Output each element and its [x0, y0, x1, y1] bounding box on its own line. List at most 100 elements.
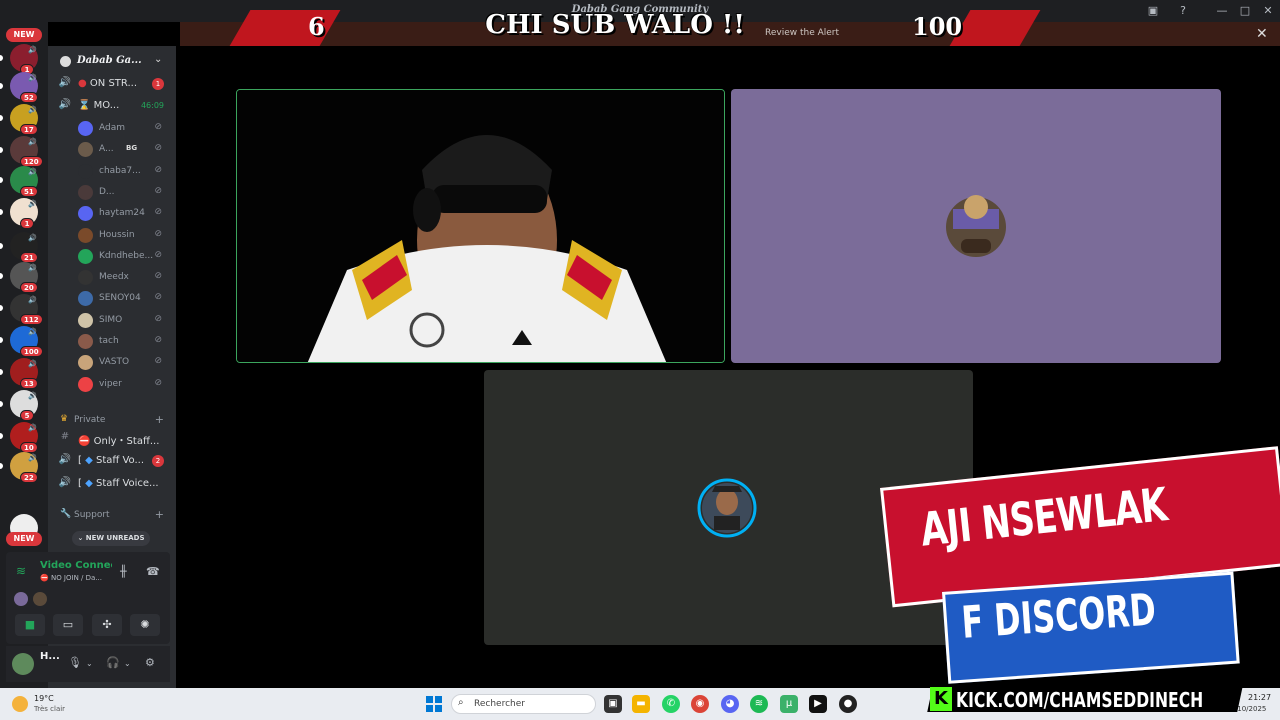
chevron-down-icon[interactable]: ⌄ — [86, 659, 93, 668]
voice-member[interactable]: viper ⊘ — [76, 374, 168, 395]
muted-mic-icon: ⊘ — [154, 271, 164, 281]
discord-icon[interactable]: ◕ — [721, 695, 739, 713]
video-tile-avatar[interactable] — [731, 89, 1221, 363]
spotify-icon[interactable]: ≋ — [750, 695, 768, 713]
close-icon[interactable]: ✕ — [1256, 26, 1268, 42]
speaker-icon: 🔊 — [28, 46, 37, 54]
disconnect-icon[interactable]: ☎ — [146, 565, 160, 578]
speaker-icon: 🔊 — [28, 106, 37, 114]
avatar — [78, 377, 93, 392]
overlay-right-number: 100 — [912, 12, 963, 41]
speaker-icon: 🔊 — [28, 264, 37, 272]
voice-channel-label: NO JOIN / Da... — [50, 574, 102, 582]
avatar — [78, 206, 93, 221]
avatar — [78, 270, 93, 285]
muted-mic-icon: ⊘ — [154, 292, 164, 302]
voice-member[interactable]: D... ⊘ — [76, 182, 168, 203]
avatar — [78, 334, 93, 349]
avatar — [78, 185, 93, 200]
new-unreads-label: NEW UNREADS — [85, 534, 145, 542]
activities-button[interactable]: ✣ — [92, 614, 122, 636]
new-badge-bottom[interactable]: NEW — [6, 532, 42, 546]
windows-start-icon[interactable] — [426, 696, 442, 712]
voice-status[interactable]: Video Connected — [40, 560, 112, 571]
channel-only-staff[interactable]: # ⛔ Only・Staff... — [56, 428, 168, 448]
new-badge-top[interactable]: NEW — [6, 28, 42, 42]
muted-mic-icon: ⊘ — [154, 378, 164, 388]
voice-avatar[interactable] — [33, 592, 47, 606]
voice-member[interactable]: SENOY04 ⊘ — [76, 288, 168, 309]
obs-icon[interactable]: ● — [839, 695, 857, 713]
user-avatar[interactable] — [12, 653, 34, 675]
muted-mic-icon: ⊘ — [154, 143, 164, 153]
review-alert-link[interactable]: Review the Alert — [765, 28, 839, 38]
guild-header[interactable]: Dabab Ga... ⌄ — [48, 50, 176, 74]
channel-staff-voice[interactable]: 🔊 [ ◆ Staff Voice... — [56, 474, 168, 494]
server-badge: 17 — [20, 124, 38, 135]
gear-icon[interactable]: ⚙ — [145, 656, 155, 669]
search-placeholder[interactable]: Rechercher — [474, 699, 525, 709]
category-support[interactable]: 🔧 Support + — [58, 507, 168, 523]
new-unreads-pill[interactable]: ⌄ NEW UNREADS — [72, 531, 150, 546]
channel-on-stream[interactable]: 🔊 ● ON STR... 1 — [56, 74, 168, 94]
screen-share-button[interactable]: ▭ — [53, 614, 83, 636]
channel-label: Staff Vo... — [95, 455, 144, 466]
task-view-icon[interactable]: ▣ — [604, 695, 622, 713]
voice-member[interactable]: VASTO ⊘ — [76, 352, 168, 373]
streamer-camera-image — [237, 90, 724, 362]
microphone-icon[interactable]: 🎙 — [68, 656, 82, 669]
server-badge: 13 — [20, 378, 38, 389]
kick-app-icon[interactable]: ▶ — [809, 695, 827, 713]
voice-member[interactable]: Adam ⊘ — [76, 118, 168, 139]
voice-member[interactable]: chaba7... ⊘ — [76, 161, 168, 182]
channel-mo[interactable]: 🔊 ⌛ MO... 46:09 — [56, 96, 168, 116]
add-channel-icon[interactable]: + — [155, 413, 164, 426]
user-name[interactable]: H... — [40, 651, 60, 662]
utorrent-icon[interactable]: µ — [780, 695, 798, 713]
guild-name: Dabab Ga... — [77, 55, 142, 66]
speaker-icon: 🔊 — [58, 77, 72, 88]
member-name: haytam24 — [99, 208, 145, 218]
overlay-headline: CHI SUB WALO !! — [485, 10, 745, 40]
voice-avatar[interactable] — [14, 592, 28, 606]
file-explorer-icon[interactable]: ▬ — [632, 695, 650, 713]
voice-member[interactable]: SIMO ⊘ — [76, 310, 168, 331]
chevron-down-icon: ⌄ — [154, 54, 163, 65]
speaker-icon: 🔊 — [28, 74, 37, 82]
speaker-icon: 🔊 — [28, 168, 37, 176]
chevron-down-icon[interactable]: ⌄ — [124, 659, 131, 668]
help-icon[interactable]: ? — [1175, 3, 1191, 19]
channel-staff-vo[interactable]: 🔊 [ ◆ Staff Vo... 2 — [56, 451, 168, 471]
whatsapp-icon[interactable]: ✆ — [662, 695, 680, 713]
soundboard-button[interactable]: ✺ — [130, 614, 160, 636]
maximize-button[interactable]: □ — [1237, 3, 1253, 19]
voice-member[interactable]: haytam24 ⊘ — [76, 203, 168, 224]
minimize-button[interactable]: — — [1214, 3, 1230, 19]
muted-mic-icon: ⊘ — [154, 207, 164, 217]
headphones-icon[interactable]: 🎧 — [106, 656, 120, 669]
voice-member[interactable]: Kdndhebe... ⊘ — [76, 246, 168, 267]
voice-channel-name[interactable]: ⛔ NO JOIN / Da... — [40, 574, 102, 582]
voice-member[interactable]: Houssin ⊘ — [76, 225, 168, 246]
server-badge: 1 — [20, 218, 34, 229]
server-badge: 52 — [20, 92, 38, 103]
chrome-icon[interactable]: ◉ — [691, 695, 709, 713]
voice-member[interactable]: A... BG ⊘ — [76, 139, 168, 160]
voice-member[interactable]: Meedx ⊘ — [76, 267, 168, 288]
close-window-button[interactable]: ✕ — [1260, 3, 1276, 19]
add-channel-icon[interactable]: + — [155, 508, 164, 521]
camera-button[interactable]: ■ — [15, 614, 45, 636]
video-tile-camera[interactable] — [236, 89, 725, 363]
weather-temp[interactable]: 19°C — [34, 694, 54, 703]
voice-member[interactable]: tach ⊘ — [76, 331, 168, 352]
speaker-icon: 🔊 — [28, 392, 37, 400]
weather-icon[interactable] — [12, 696, 28, 712]
noise-suppression-icon[interactable]: ╫ — [120, 565, 127, 578]
speaker-icon: 🔊 — [58, 477, 72, 488]
category-private[interactable]: ♛ Private + — [58, 412, 168, 428]
signal-icon[interactable]: ≋ — [16, 564, 26, 578]
speaker-icon: 🔊 — [28, 138, 37, 146]
clock-time[interactable]: 21:27 — [1248, 693, 1271, 702]
inbox-icon[interactable]: ▣ — [1145, 3, 1161, 19]
weather-condition[interactable]: Très clair — [34, 705, 65, 713]
